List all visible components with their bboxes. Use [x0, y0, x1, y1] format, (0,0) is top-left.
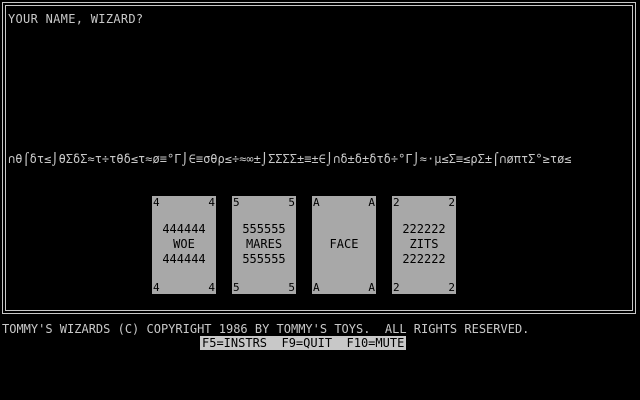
card-number-line: 222222 [402, 252, 446, 266]
function-key-bar: F5=INSTRS F9=QUIT F10=MUTE [200, 336, 407, 350]
rune-strip: ∩θ⌠δτ≤⌡θΣδΣ≈τ÷τθδ≤τ≈ø≡°Γ⌡∈≡σθρ≤÷≈∞±⌡ΣΣΣΣ… [8, 152, 572, 166]
card-body: 555555 MARES 555555 [232, 222, 296, 267]
card-name: MARES [245, 237, 283, 251]
card-corner: 4 [153, 196, 160, 209]
card-corner: A [313, 196, 320, 209]
card-corner: 2 [448, 196, 455, 209]
card-woe[interactable]: 4 4 444444 WOE 444444 4 4 [152, 196, 216, 294]
card-corner: 5 [288, 281, 295, 294]
card-zits[interactable]: 2 2 222222 ZITS 222222 2 2 [392, 196, 456, 294]
card-corner: 5 [288, 196, 295, 209]
card-corner: 5 [233, 196, 240, 209]
card-name: WOE [173, 237, 195, 251]
card-corner: 2 [393, 196, 400, 209]
name-prompt: YOUR NAME, WIZARD? [8, 12, 144, 26]
card-name: ZITS [409, 237, 439, 251]
card-number-line: 222222 [402, 222, 446, 236]
card-corner: A [368, 281, 375, 294]
card-number-line: 444444 [162, 222, 206, 236]
card-corner: 5 [233, 281, 240, 294]
card-corner: A [368, 196, 375, 209]
card-corner: A [313, 281, 320, 294]
card-row: 4 4 444444 WOE 444444 4 4 5 5 555555 MAR… [0, 196, 640, 296]
card-number-line: 555555 [242, 252, 286, 266]
card-number-line: 444444 [162, 252, 206, 266]
card-corner: 4 [208, 281, 215, 294]
card-corner: 4 [208, 196, 215, 209]
card-mares[interactable]: 5 5 555555 MARES 555555 5 5 [232, 196, 296, 294]
card-face[interactable]: A A FACE A A [312, 196, 376, 294]
card-body: 222222 ZITS 222222 [392, 222, 456, 267]
card-number-line: 555555 [242, 222, 286, 236]
card-corner: 4 [153, 281, 160, 294]
copyright-line: TOMMY'S WIZARDS (C) COPYRIGHT 1986 BY TO… [2, 322, 530, 336]
card-name: FACE [329, 237, 359, 251]
card-corner: 2 [393, 281, 400, 294]
card-body: 444444 WOE 444444 [152, 222, 216, 267]
card-body: FACE [312, 237, 376, 252]
card-corner: 2 [448, 281, 455, 294]
